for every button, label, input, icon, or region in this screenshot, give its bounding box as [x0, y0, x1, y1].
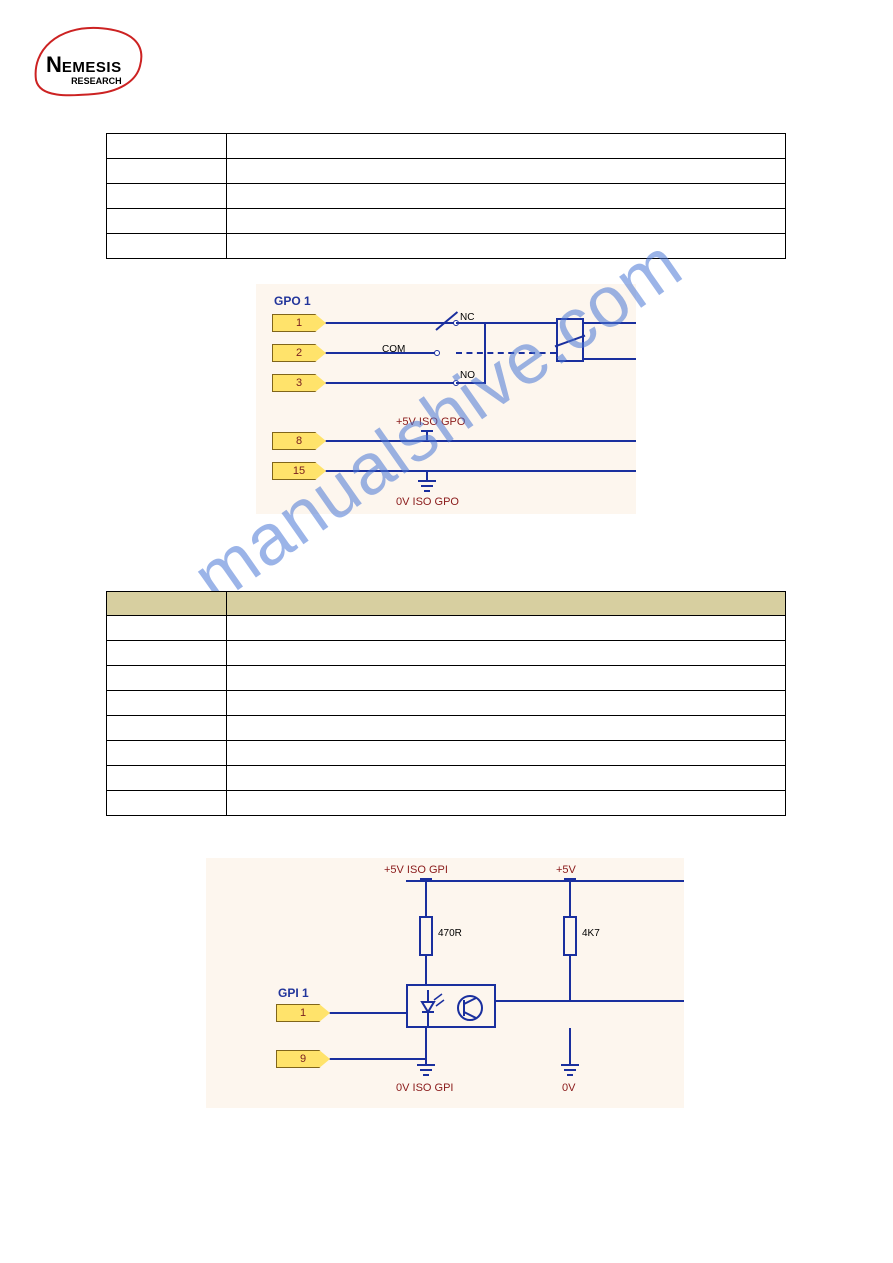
logo-word: EMESIS	[62, 59, 122, 76]
table-row	[107, 134, 786, 159]
r4k7-label: 4K7	[582, 928, 600, 939]
gpo-5v-label: +5V ISO GPO	[396, 416, 465, 428]
wire-icon	[486, 322, 556, 324]
pin-9: 9	[276, 1050, 330, 1068]
wire-icon	[330, 1012, 406, 1014]
gpi-0v-label: 0V	[562, 1082, 575, 1094]
gpo-0v-label: 0V ISO GPO	[396, 496, 459, 508]
table-row	[107, 766, 786, 791]
table-row	[107, 666, 786, 691]
table-header-row	[107, 592, 786, 616]
gpo-title: GPO 1	[274, 294, 311, 308]
table-row	[107, 209, 786, 234]
table-row	[107, 691, 786, 716]
ground-icon	[418, 480, 436, 494]
wire-icon	[456, 382, 486, 384]
brand-logo: NEMESIS RESEARCH	[28, 18, 148, 103]
ground-icon	[561, 1064, 579, 1078]
pin-3: 3	[272, 374, 326, 392]
wire-icon	[426, 432, 428, 440]
wire-icon	[326, 440, 636, 442]
gpi-5v-label: +5V	[556, 864, 576, 876]
table-row	[107, 641, 786, 666]
wire-icon	[569, 956, 571, 1000]
com-label: COM	[382, 344, 405, 355]
r470-label: 470R	[438, 928, 462, 939]
table-row	[107, 184, 786, 209]
ground-icon	[417, 1064, 435, 1078]
logo-subword: RESEARCH	[46, 76, 122, 86]
wire-icon	[584, 358, 636, 360]
no-label: NO	[460, 370, 475, 381]
wire-icon	[496, 1000, 570, 1002]
wire-icon	[330, 1058, 426, 1060]
optocoupler-icon	[406, 984, 496, 1028]
wire-icon	[326, 322, 454, 324]
pin-1: 1	[272, 314, 326, 332]
pin-8: 8	[272, 432, 326, 450]
resistor-icon	[419, 916, 433, 956]
table-row	[107, 716, 786, 741]
wire-icon	[425, 956, 427, 984]
pin-1: 1	[276, 1004, 330, 1022]
logo-letter-n: N	[46, 52, 62, 77]
table-row	[107, 159, 786, 184]
wire-icon	[326, 470, 636, 472]
wire-icon	[426, 470, 428, 480]
gpi-0v-iso-label: 0V ISO GPI	[396, 1082, 453, 1094]
wire-icon	[326, 382, 454, 384]
table-row	[107, 741, 786, 766]
dashed-link-icon	[456, 352, 556, 354]
relay-coil-icon	[556, 318, 584, 362]
wire-icon	[406, 880, 684, 882]
wire-icon	[569, 1000, 684, 1002]
gpi-title: GPI 1	[278, 986, 309, 1000]
gpi-pin-table	[106, 591, 786, 816]
gpi-schematic: +5V ISO GPI +5V 470R 4K7 GPI 1	[206, 858, 684, 1108]
table-row	[107, 791, 786, 816]
wire-icon	[569, 880, 571, 916]
wire-icon	[584, 322, 636, 324]
gpo-schematic: GPO 1 1 2 3 8 15 NC COM NO +5V ISO GPO 0…	[256, 284, 636, 514]
gpi-5v-iso-label: +5V ISO GPI	[384, 864, 448, 876]
wire-icon	[569, 1028, 571, 1064]
gpo-pin-table	[106, 133, 786, 259]
table-row	[107, 616, 786, 641]
resistor-icon	[563, 916, 577, 956]
pin-2: 2	[272, 344, 326, 362]
nc-label: NC	[460, 312, 474, 323]
wire-icon	[425, 880, 427, 916]
contact-node-icon	[434, 350, 440, 356]
table-row	[107, 234, 786, 259]
wire-icon	[326, 352, 436, 354]
rail-tick-icon	[421, 430, 433, 432]
pin-15: 15	[272, 462, 326, 480]
